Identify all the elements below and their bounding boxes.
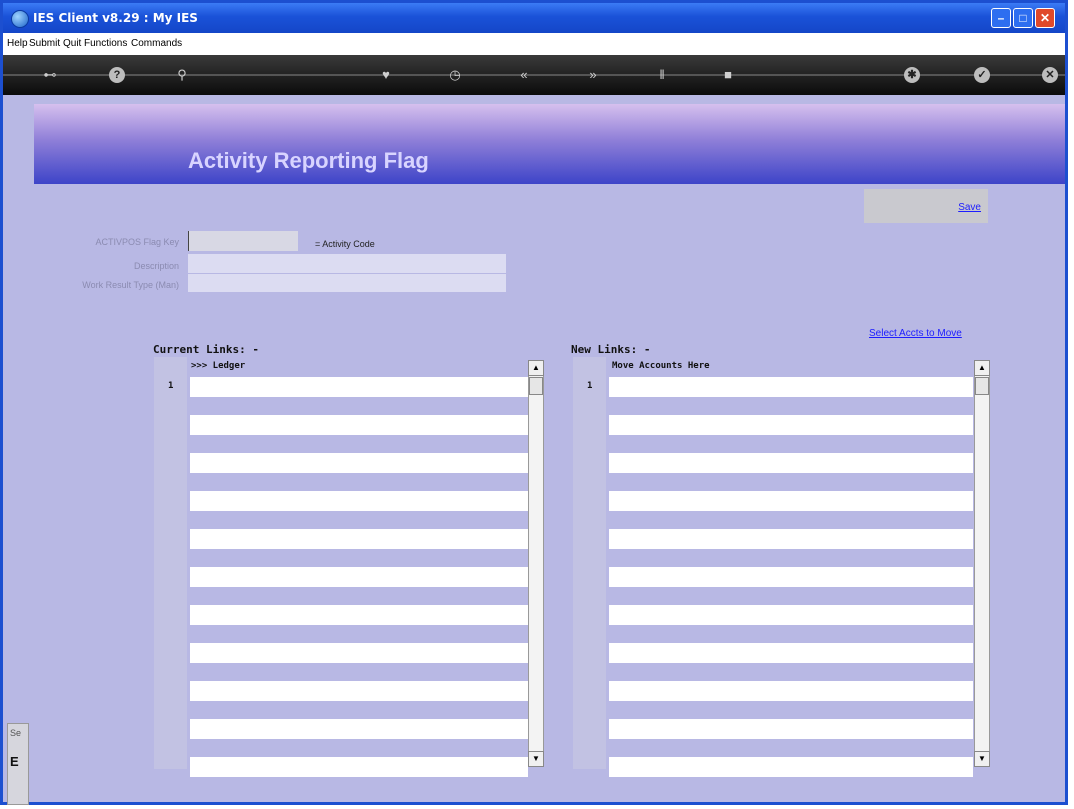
table-row[interactable]: [190, 757, 528, 777]
new-links-title: New Links: -: [571, 343, 651, 356]
table-row[interactable]: [609, 491, 973, 511]
toolbar: ⊷ ? ⚲ ♥ ◷ « » ‖ ■ ✱ ✓ ✕: [3, 55, 1065, 95]
table-row[interactable]: [609, 757, 973, 777]
description-input[interactable]: [188, 254, 506, 273]
select-accts-link[interactable]: Select Accts to Move: [869, 328, 962, 339]
current-links-title: Current Links: -: [153, 343, 259, 356]
maximize-button[interactable]: □: [1013, 8, 1033, 28]
current-links-grid: >>> Ledger 1 ▲ ▼: [154, 357, 544, 777]
key-icon[interactable]: ⊷: [37, 66, 63, 84]
grid-header: Move Accounts Here: [612, 361, 710, 371]
row-gutter: [154, 357, 187, 769]
title-bar: IES Client v8.29 : My IES – □ ✕: [3, 3, 1065, 33]
table-row[interactable]: [609, 681, 973, 701]
close-window-button[interactable]: ✕: [1035, 8, 1055, 28]
table-row[interactable]: [609, 377, 973, 397]
scrollbar[interactable]: ▲ ▼: [528, 360, 544, 767]
menu-commands[interactable]: Commands: [131, 38, 182, 49]
table-row[interactable]: [190, 681, 528, 701]
scroll-thumb[interactable]: [975, 377, 989, 395]
table-row[interactable]: [190, 415, 528, 435]
settings-icon[interactable]: ✱: [903, 66, 921, 84]
menu-functions[interactable]: Functions: [84, 38, 127, 49]
heart-icon[interactable]: ♥: [377, 66, 395, 84]
table-row[interactable]: [190, 491, 528, 511]
app-icon: [11, 10, 29, 28]
close-icon[interactable]: ✕: [1041, 66, 1059, 84]
page-header: Activity Reporting Flag: [34, 104, 1065, 184]
work-result-input[interactable]: [188, 274, 506, 292]
table-row[interactable]: [609, 415, 973, 435]
table-row[interactable]: [190, 605, 528, 625]
side-tab-label: Se: [10, 728, 22, 738]
scroll-thumb[interactable]: [529, 377, 543, 395]
minimize-button[interactable]: –: [991, 8, 1011, 28]
menu-help[interactable]: Help: [7, 38, 28, 49]
scroll-up-button[interactable]: ▲: [528, 360, 544, 376]
description-label: Description: [133, 261, 179, 271]
menu-quit[interactable]: Quit: [63, 38, 81, 49]
save-link[interactable]: Save: [958, 202, 981, 213]
menu-submit[interactable]: Submit: [29, 38, 60, 49]
side-tab[interactable]: Se E: [7, 723, 29, 805]
clock-icon[interactable]: ◷: [446, 66, 464, 84]
pause-icon[interactable]: ‖: [653, 66, 671, 84]
scroll-down-button[interactable]: ▼: [528, 751, 544, 767]
table-row[interactable]: [190, 643, 528, 663]
key-hint: = Activity Code: [315, 239, 375, 249]
stop-icon[interactable]: ■: [719, 66, 737, 84]
scrollbar[interactable]: ▲ ▼: [974, 360, 990, 767]
table-row[interactable]: [609, 605, 973, 625]
table-row[interactable]: [609, 529, 973, 549]
row-number: 1: [587, 381, 593, 391]
flag-key-input[interactable]: [188, 231, 298, 251]
menu-bar: Help Submit Quit Functions Commands: [3, 33, 1065, 55]
app-window: IES Client v8.29 : My IES – □ ✕ Help Sub…: [0, 0, 1068, 805]
row-gutter: [573, 357, 606, 769]
scroll-down-button[interactable]: ▼: [974, 751, 990, 767]
key-label: ACTIVPOS Flag Key: [95, 237, 179, 247]
new-links-grid: Move Accounts Here 1 ▲ ▼: [573, 357, 994, 777]
help-icon[interactable]: ?: [108, 66, 126, 84]
table-row[interactable]: [190, 453, 528, 473]
table-row[interactable]: [190, 377, 528, 397]
table-row[interactable]: [609, 643, 973, 663]
table-row[interactable]: [190, 719, 528, 739]
table-row[interactable]: [190, 567, 528, 587]
grid-header: >>> Ledger: [191, 361, 246, 371]
scroll-up-button[interactable]: ▲: [974, 360, 990, 376]
page-title: Activity Reporting Flag: [188, 148, 429, 173]
save-panel: Save: [864, 189, 988, 223]
table-row[interactable]: [609, 719, 973, 739]
rewind-icon[interactable]: «: [515, 66, 533, 84]
table-row[interactable]: [609, 453, 973, 473]
work-result-label: Work Result Type (Man): [82, 280, 179, 290]
window-title: IES Client v8.29 : My IES: [33, 11, 198, 25]
forward-icon[interactable]: »: [584, 66, 602, 84]
row-number: 1: [168, 381, 174, 391]
check-icon[interactable]: ✓: [973, 66, 991, 84]
search-icon[interactable]: ⚲: [173, 66, 191, 84]
table-row[interactable]: [609, 567, 973, 587]
side-tab-icon: E: [10, 754, 19, 769]
table-row[interactable]: [190, 529, 528, 549]
